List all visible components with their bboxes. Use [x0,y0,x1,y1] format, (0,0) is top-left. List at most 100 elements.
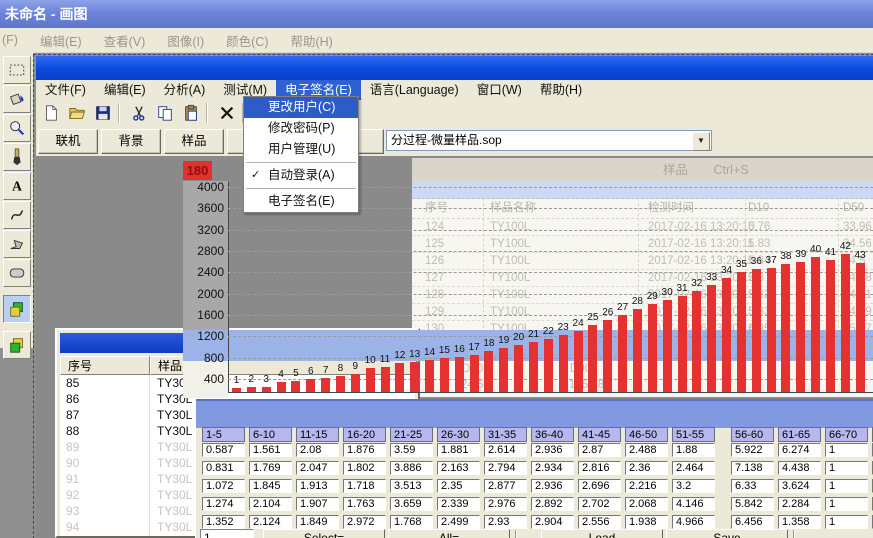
result-cell[interactable]: 2.696 [578,479,621,493]
result-cell[interactable]: 2.934 [531,461,574,475]
result-cell[interactable]: 2.904 [531,515,574,529]
result-cell[interactable]: 1.768 [390,515,433,529]
paint-menu-item[interactable]: 图像(I) [167,31,204,50]
result-cell[interactable]: 4.966 [672,515,715,529]
app-menu-item[interactable]: 编辑(E) [95,80,155,100]
paint-tool-brush[interactable] [3,143,31,171]
result-cell[interactable]: 2.488 [625,443,668,457]
paint-tool-cube-yellow[interactable] [3,331,31,359]
result-cell[interactable]: 1 [825,461,868,475]
result-cell[interactable]: 2.816 [578,461,621,475]
result-cell[interactable]: 1.561 [249,443,292,457]
result-cell[interactable]: 2.972 [343,515,386,529]
result-cell[interactable]: 2.163 [437,461,480,475]
delete-icon[interactable] [216,102,238,124]
result-cell[interactable]: 0.587 [202,443,245,457]
paint-tool-polygon[interactable] [3,230,31,258]
result-cell[interactable]: 2.702 [578,497,621,511]
result-cell[interactable]: 1 [825,479,868,493]
sop-combobox[interactable]: 分过程-微量样品.sop ▼ [386,130,712,151]
result-cell[interactable]: 1.769 [249,461,292,475]
result-cell[interactable]: 5.842 [731,497,774,511]
result-cell[interactable]: 7.138 [731,461,774,475]
result-cell[interactable]: 2.104 [249,497,292,511]
paint-tool-rounded-rect[interactable] [3,259,31,287]
app-menu-item[interactable]: 窗口(W) [468,80,531,100]
menu-item-自动登录(A)[interactable]: 自动登录(A)✓ [244,165,358,186]
result-cell[interactable]: 1.718 [343,479,386,493]
result-cell[interactable]: 2.936 [531,479,574,493]
result-cell[interactable]: 1.938 [625,515,668,529]
result-cell[interactable]: 2.556 [578,515,621,529]
paint-menu-item[interactable]: 编辑(E) [40,31,82,50]
result-cell[interactable]: 1.876 [343,443,386,457]
result-cell[interactable]: 1 [825,443,868,457]
result-cell[interactable]: 3.513 [390,479,433,493]
paint-tool-fill[interactable] [3,85,31,113]
result-cell[interactable]: 2.499 [437,515,480,529]
paste-icon[interactable] [180,102,202,124]
paint-menu-item[interactable]: 帮助(H) [290,31,332,50]
result-cell[interactable]: 6.456 [731,515,774,529]
result-cell[interactable]: 1 [825,515,868,529]
paint-menu-item[interactable]: 查看(V) [104,31,146,50]
copy-icon[interactable] [154,102,176,124]
app-menu-item[interactable]: 帮助(H) [531,80,591,100]
result-cell[interactable]: 2.339 [437,497,480,511]
result-cell[interactable]: 2.068 [625,497,668,511]
result-cell[interactable]: 0.831 [202,461,245,475]
result-cell[interactable]: 1.88 [672,443,715,457]
result-cell[interactable]: 2.877 [484,479,527,493]
menu-item-更改用户(C)[interactable]: 更改用户(C) [244,97,358,118]
result-cell[interactable]: 1.845 [249,479,292,493]
paint-menu-item[interactable]: (F) [2,33,18,47]
result-cell[interactable]: 1.881 [437,443,480,457]
result-cell[interactable]: 4.146 [672,497,715,511]
paint-tool-select[interactable] [3,56,31,84]
result-cell[interactable]: 3.2 [672,479,715,493]
result-cell[interactable]: 2.892 [531,497,574,511]
app-menu-item[interactable]: 文件(F) [36,80,95,100]
result-cell[interactable]: 2.794 [484,461,527,475]
cut-icon[interactable] [128,102,150,124]
button-Load[interactable]: Load [541,529,663,538]
paint-tool-zoom[interactable] [3,114,31,142]
result-cell[interactable]: 3.624 [778,479,821,493]
button-联机[interactable]: 联机 [38,129,98,154]
result-cell[interactable]: 1.849 [296,515,339,529]
app-menu-item[interactable]: 分析(A) [155,80,215,100]
result-cell[interactable]: 1.913 [296,479,339,493]
paint-menu-item[interactable]: 颜色(C) [226,31,268,50]
result-cell[interactable]: 2.047 [296,461,339,475]
button-样品[interactable]: 样品 [164,129,224,154]
result-cell[interactable]: 2.976 [484,497,527,511]
result-cell[interactable]: 2.284 [778,497,821,511]
button-Select[interactable]: Select= [263,529,385,538]
save-icon[interactable] [92,102,114,124]
button-Save[interactable]: Save [666,529,788,538]
result-cell[interactable]: 2.93 [484,515,527,529]
result-cell[interactable]: 1.763 [343,497,386,511]
result-cell[interactable]: 2.614 [484,443,527,457]
result-cell[interactable]: 4.438 [778,461,821,475]
result-cell[interactable]: 1.358 [778,515,821,529]
result-cell[interactable]: 2.36 [625,461,668,475]
result-cell[interactable]: 3.886 [390,461,433,475]
paint-tool-cube-green[interactable] [3,295,31,323]
paint-tool-curve[interactable] [3,201,31,229]
result-cell[interactable]: 2.124 [249,515,292,529]
button-背景[interactable]: 背景 [101,129,161,154]
combo-dropdown-arrow-icon[interactable]: ▼ [692,132,710,151]
result-cell[interactable]: 5.922 [731,443,774,457]
result-cell[interactable]: 2.936 [531,443,574,457]
app-menu-item[interactable]: 语言(Language) [361,80,468,100]
new-icon[interactable] [40,102,62,124]
result-cell[interactable]: 2.87 [578,443,621,457]
result-cell[interactable]: 2.216 [625,479,668,493]
result-cell[interactable]: 1 [825,497,868,511]
result-cell[interactable]: 1.352 [202,515,245,529]
result-cell[interactable]: 3.659 [390,497,433,511]
menu-item-修改密码(P)[interactable]: 修改密码(P) [244,118,358,139]
result-cell[interactable]: 6.33 [731,479,774,493]
result-cell[interactable]: 1.802 [343,461,386,475]
